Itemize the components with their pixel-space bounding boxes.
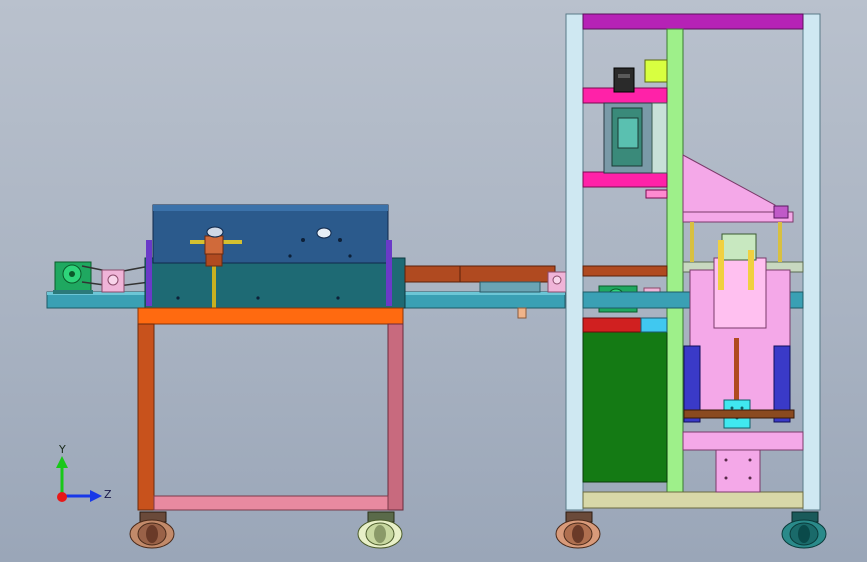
support-table	[137, 307, 404, 511]
caster-left-2	[357, 511, 403, 549]
left-bearing-block	[101, 269, 125, 293]
caster-left-1	[129, 511, 175, 549]
right-machine-frame	[555, 13, 827, 549]
caster-right-2	[781, 511, 827, 549]
tunnel-oven	[144, 204, 406, 309]
pink-guide-plate	[682, 154, 776, 219]
triad-y-label: Y	[58, 443, 66, 456]
left-conveyor-unit	[46, 204, 567, 549]
table-leg-left	[137, 323, 155, 511]
cad-assembly-view: Y Z	[46, 13, 827, 549]
green-control-panel	[582, 329, 668, 483]
triad-z-label: Z	[104, 488, 112, 501]
frame-base-rail	[582, 491, 804, 509]
table-top-rail	[137, 307, 404, 325]
frame-post-right	[802, 13, 821, 511]
caster-right-1	[555, 511, 601, 549]
frame-green-post	[666, 28, 684, 495]
orientation-triad: Y Z	[56, 443, 112, 502]
frame-post-left	[565, 13, 584, 511]
table-leg-right	[387, 323, 404, 511]
frame-top-beam	[582, 13, 804, 30]
table-bottom-rail	[153, 495, 389, 511]
upper-motor	[613, 59, 668, 93]
